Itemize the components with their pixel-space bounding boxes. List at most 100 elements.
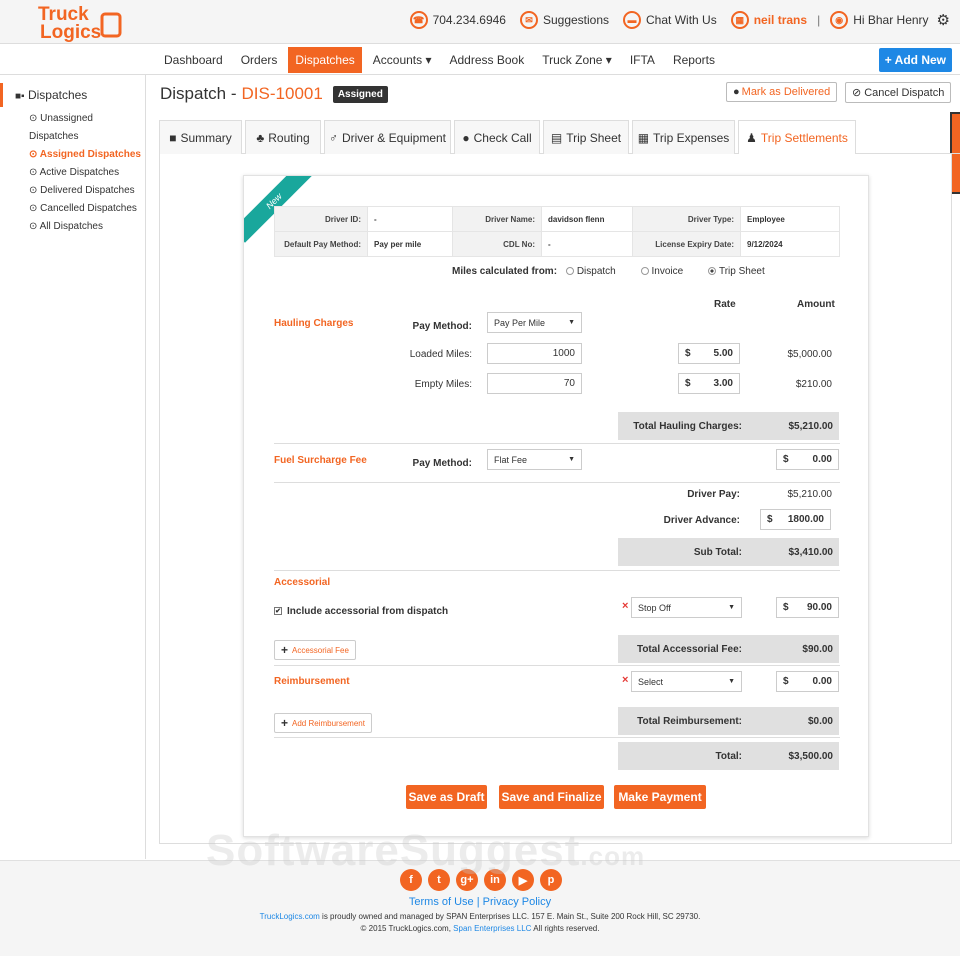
- phone-icon: ☎: [409, 11, 428, 29]
- chat-link[interactable]: ▬ Chat With Us: [623, 11, 717, 29]
- tab-routing[interactable]: ♣ Routing: [245, 120, 321, 154]
- fuel-pay-method-select[interactable]: Flat Fee ▼: [487, 449, 582, 470]
- driver-advance-input[interactable]: $1800.00: [760, 509, 831, 530]
- driver-type-value: Employee: [740, 206, 840, 232]
- gear-icon[interactable]: ⚙: [937, 11, 950, 29]
- grand-total-value: $3,500.00: [788, 750, 834, 762]
- fuel-amount-input[interactable]: $0.00: [776, 449, 839, 470]
- radio-invoice[interactable]: Invoice: [640, 266, 683, 277]
- sidebar-header[interactable]: ■▪ Dispatches: [0, 83, 145, 107]
- trucklogics-logo[interactable]: Truck Logics: [36, 2, 124, 43]
- loaded-miles-input[interactable]: 1000: [487, 343, 582, 364]
- phone-link[interactable]: ☎ 704.234.6946: [409, 11, 506, 29]
- divider: [274, 570, 840, 571]
- footer-divider: |: [476, 896, 480, 908]
- hauling-title: Hauling Charges: [274, 318, 354, 329]
- fuel-pay-method-label: Pay Method:: [412, 458, 472, 469]
- nav-dashboard[interactable]: Dashboard: [157, 47, 230, 73]
- accessorial-type-select[interactable]: Stop Off ▼: [631, 597, 742, 618]
- nav-address-book[interactable]: Address Book: [443, 47, 532, 73]
- hauling-pay-method-select[interactable]: Pay Per Mile ▼: [487, 312, 582, 333]
- empty-miles-input[interactable]: 70: [487, 373, 582, 394]
- accessorial-amount-input[interactable]: $90.00: [776, 597, 839, 618]
- radio-dispatch[interactable]: Dispatch: [565, 266, 616, 277]
- watermark: SoftwareSuggest.com: [206, 826, 646, 875]
- terms-link[interactable]: Terms of Use: [409, 896, 474, 908]
- reimbursement-type-select[interactable]: Select ▼: [631, 671, 742, 692]
- license-expiry-label: License Expiry Date:: [632, 231, 741, 257]
- tab-summary[interactable]: ■ Summary: [159, 120, 242, 154]
- empty-rate-input[interactable]: $3.00: [678, 373, 740, 394]
- loaded-rate-input[interactable]: $5.00: [678, 343, 740, 364]
- sidebar-item-delivered[interactable]: ⊙ Delivered Dispatches: [29, 182, 145, 200]
- accessorial-title: Accessorial: [274, 577, 331, 588]
- radio-trip-sheet[interactable]: Trip Sheet: [707, 266, 765, 277]
- tab-trip-settlements[interactable]: ♟ Trip Settlements: [738, 120, 856, 155]
- tab-check-call[interactable]: ● Check Call: [454, 120, 540, 154]
- driver-pay-label: Driver Pay:: [687, 489, 740, 500]
- nav-truck-zone[interactable]: Truck Zone ▾: [535, 47, 619, 73]
- check-circle-icon: ●: [733, 86, 740, 98]
- footer-links: Terms of Use | Privacy Policy: [0, 896, 960, 908]
- tab-trip-expenses[interactable]: ▦ Trip Expenses: [632, 120, 735, 154]
- calculator-icon: ▦: [637, 130, 650, 145]
- building-icon: ▦: [730, 11, 749, 29]
- divider: [274, 737, 840, 738]
- sidebar-item-all[interactable]: ⊙ All Dispatches: [29, 218, 145, 236]
- save-draft-button[interactable]: Save as Draft: [406, 785, 487, 809]
- make-payment-button[interactable]: Make Payment: [614, 785, 706, 809]
- sidebar-item-assigned[interactable]: ⊙ Assigned Dispatches: [29, 146, 145, 164]
- reimbursement-title: Reimbursement: [274, 676, 350, 687]
- dispatch-id: DIS-10001: [241, 84, 323, 103]
- nav-accounts[interactable]: Accounts ▾: [366, 47, 439, 73]
- settlement-card: New Driver ID: - Driver Name: davidson f…: [243, 175, 869, 837]
- top-separator: |: [817, 13, 821, 27]
- tab-trip-sheet[interactable]: ▤ Trip Sheet: [543, 120, 629, 154]
- reimbursement-amount-input[interactable]: $0.00: [776, 671, 839, 692]
- company-link[interactable]: ▦ neil trans: [730, 11, 807, 29]
- subtotal-bar: Sub Total: $3,410.00: [618, 538, 839, 566]
- add-reimbursement-button[interactable]: + Add Reimbursement: [274, 713, 372, 733]
- svg-text:Logics: Logics: [40, 22, 101, 42]
- amount-header: Amount: [797, 299, 835, 310]
- sidebar-item-active[interactable]: ⊙ Active Dispatches: [29, 164, 145, 182]
- cancel-dispatch-button[interactable]: ⊘ Cancel Dispatch: [845, 82, 952, 103]
- default-pay-method-label: Default Pay Method:: [274, 231, 368, 257]
- add-accessorial-button[interactable]: + Accessorial Fee: [274, 640, 356, 660]
- sidebar-item-cancelled[interactable]: ⊙ Cancelled Dispatches: [29, 200, 145, 218]
- add-new-button[interactable]: + Add New: [878, 48, 952, 72]
- privacy-link[interactable]: Privacy Policy: [483, 896, 551, 908]
- total-hauling-bar: Total Hauling Charges: $5,210.00: [618, 412, 839, 440]
- remove-reimbursement-icon[interactable]: ×: [622, 674, 628, 686]
- nav-dispatches[interactable]: Dispatches: [288, 46, 362, 73]
- nav-reports[interactable]: Reports: [666, 47, 722, 73]
- cdl-label: CDL No:: [452, 231, 542, 257]
- truck-icon: ■▪: [15, 91, 25, 102]
- nav-orders[interactable]: Orders: [234, 47, 285, 73]
- suggestions-link[interactable]: ✉ Suggestions: [519, 11, 609, 29]
- save-finalize-button[interactable]: Save and Finalize: [499, 785, 604, 809]
- include-accessorial-checkbox[interactable]: ✔ Include accessorial from dispatch: [274, 606, 448, 617]
- footer-legal: TruckLogics.com is proudly owned and man…: [259, 912, 701, 933]
- nav-ifta[interactable]: IFTA: [623, 47, 662, 73]
- rate-header: Rate: [714, 299, 736, 310]
- sidebar-item-unassigned[interactable]: ⊙ Unassigned Dispatches: [29, 110, 145, 146]
- plus-icon: +: [281, 643, 289, 657]
- loaded-miles-label: Loaded Miles:: [409, 349, 472, 360]
- remove-accessorial-icon[interactable]: ×: [622, 600, 628, 612]
- top-bar: Truck Logics ☎ 704.234.6946 ✉ Suggestion…: [0, 0, 960, 44]
- tab-driver-equipment[interactable]: ♂ Driver & Equipment: [324, 120, 451, 154]
- plus-icon: +: [281, 716, 289, 730]
- mark-delivered-button[interactable]: ● Mark as Delivered: [726, 82, 838, 102]
- ban-icon: ⊘: [852, 87, 862, 99]
- total-accessorial-label: Total Accessorial Fee:: [636, 643, 742, 655]
- total-hauling-value: $5,210.00: [788, 420, 834, 432]
- main-navbar: Dashboard Orders Dispatches Accounts ▾ A…: [0, 44, 960, 75]
- site-link[interactable]: TruckLogics.com: [260, 912, 320, 921]
- driver-name-label: Driver Name:: [452, 206, 542, 232]
- user-menu[interactable]: ◉ Hi Bhar Henry: [830, 11, 929, 29]
- map-marker-icon: ●: [462, 130, 470, 145]
- total-accessorial-value: $90.00: [802, 643, 833, 655]
- page-header: Dispatch - DIS-10001 Assigned: [160, 84, 388, 104]
- span-enterprises-link[interactable]: Span Enterprises LLC: [453, 924, 531, 933]
